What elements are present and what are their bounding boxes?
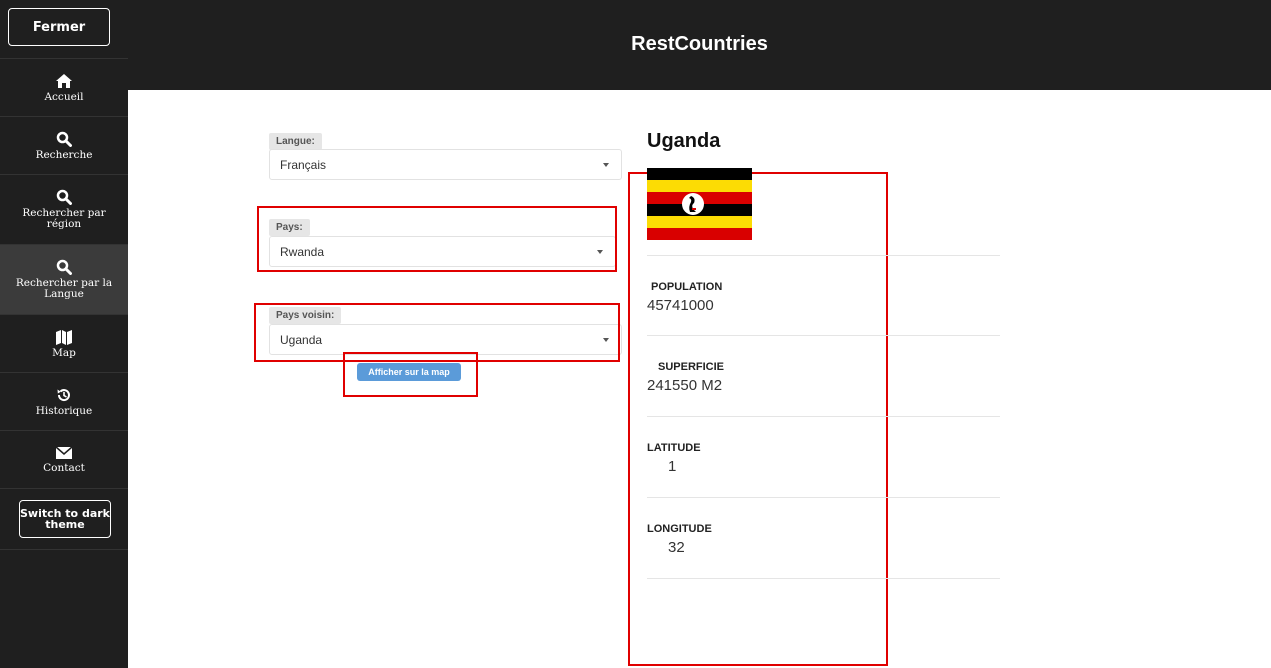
envelope-icon (55, 445, 73, 459)
sidebar-item-label: Accueil (44, 90, 84, 103)
switch-theme-button[interactable]: Switch to dark theme (19, 500, 111, 538)
latitude-label: LATITUDE (647, 442, 701, 454)
chevron-down-icon (603, 338, 609, 342)
sidebar-divider (0, 549, 128, 550)
app-header: RestCountries (128, 0, 1271, 90)
search-icon (56, 259, 72, 275)
latitude-value: 1 (668, 458, 677, 475)
show-on-map-button[interactable]: Afficher sur la map (357, 363, 461, 381)
sidebar-item-label: Historique (35, 404, 93, 417)
search-icon (56, 189, 72, 205)
sidebar-item-label: Rechercher par région (22, 207, 106, 230)
neighbor-label: Pays voisin: (269, 307, 342, 324)
language-select[interactable]: Français (269, 149, 622, 180)
uganda-flag (647, 168, 752, 240)
country-select[interactable]: Rwanda (269, 236, 616, 267)
divider (647, 335, 1000, 336)
sidebar-item-label: Rechercher par la Langue (15, 277, 113, 300)
chevron-down-icon (603, 163, 609, 167)
area-value: 241550 M2 (647, 377, 723, 394)
highlight-country-details (628, 172, 888, 666)
sidebar-divider (0, 488, 128, 489)
sidebar-item-contact[interactable]: Contact (0, 430, 128, 488)
language-select-value: Français (280, 157, 327, 172)
sidebar-item-recherche[interactable]: Recherche (0, 116, 128, 174)
sidebar-item-label: Recherche (35, 148, 93, 161)
map-icon (56, 329, 72, 345)
population-label: POPULATION (651, 281, 723, 293)
longitude-label: LONGITUDE (647, 523, 712, 535)
area-label: SUPERFICIE (658, 361, 725, 373)
sidebar-item-recherche-region[interactable]: Rechercher par région (0, 174, 128, 244)
sidebar-item-recherche-langue[interactable]: Rechercher par la Langue (0, 244, 128, 314)
country-select-value: Rwanda (280, 244, 325, 259)
language-label: Langue: (269, 133, 322, 150)
divider (647, 255, 1000, 256)
sidebar-item-map[interactable]: Map (0, 314, 128, 372)
country-label: Pays: (269, 219, 310, 236)
divider (647, 416, 1000, 417)
country-name: Uganda (647, 130, 721, 152)
chevron-down-icon (597, 250, 603, 254)
home-icon (56, 73, 72, 88)
neighbor-select[interactable]: Uganda (269, 324, 622, 355)
sidebar-item-accueil[interactable]: Accueil (0, 58, 128, 116)
sidebar-item-label: Map (52, 346, 76, 359)
neighbor-select-value: Uganda (280, 332, 323, 347)
search-icon (56, 131, 72, 147)
sidebar-item-historique[interactable]: Historique (0, 372, 128, 430)
history-icon (57, 388, 70, 401)
population-value: 45741000 (647, 297, 714, 314)
longitude-value: 32 (668, 539, 685, 556)
sidebar: Fermer Accueil Recherche Rechercher par … (0, 0, 128, 668)
divider (647, 578, 1000, 579)
close-sidebar-button[interactable]: Fermer (8, 8, 110, 46)
app-title: RestCountries (631, 33, 768, 55)
sidebar-item-label: Contact (43, 461, 85, 474)
divider (647, 497, 1000, 498)
